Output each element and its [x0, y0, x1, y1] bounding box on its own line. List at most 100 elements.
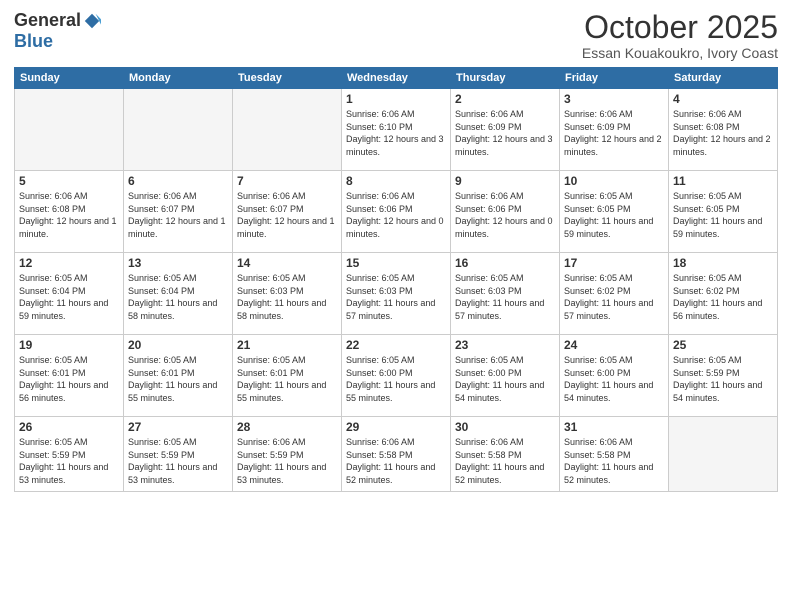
day-info: Sunrise: 6:06 AM Sunset: 6:09 PM Dayligh… [564, 108, 664, 158]
logo-icon [83, 12, 101, 30]
location: Essan Kouakoukro, Ivory Coast [582, 45, 778, 61]
day-info: Sunrise: 6:06 AM Sunset: 6:10 PM Dayligh… [346, 108, 446, 158]
calendar-cell: 12Sunrise: 6:05 AM Sunset: 6:04 PM Dayli… [15, 253, 124, 335]
day-info: Sunrise: 6:05 AM Sunset: 6:00 PM Dayligh… [346, 354, 446, 404]
calendar-cell: 30Sunrise: 6:06 AM Sunset: 5:58 PM Dayli… [451, 417, 560, 492]
calendar: SundayMondayTuesdayWednesdayThursdayFrid… [14, 67, 778, 492]
day-number: 28 [237, 420, 337, 434]
day-number: 29 [346, 420, 446, 434]
calendar-cell: 3 Sunrise: 6:06 AM Sunset: 6:09 PM Daylig… [560, 89, 669, 171]
day-number: 3 [564, 92, 664, 106]
day-info: Sunrise: 6:05 AM Sunset: 6:02 PM Dayligh… [673, 272, 773, 322]
day-number: 12 [19, 256, 119, 270]
calendar-cell: 10Sunrise: 6:05 AM Sunset: 6:05 PM Dayli… [560, 171, 669, 253]
day-number: 13 [128, 256, 228, 270]
calendar-cell: 14Sunrise: 6:05 AM Sunset: 6:03 PM Dayli… [233, 253, 342, 335]
day-info: Sunrise: 6:05 AM Sunset: 6:00 PM Dayligh… [564, 354, 664, 404]
day-info: Sunrise: 6:06 AM Sunset: 5:58 PM Dayligh… [346, 436, 446, 486]
weekday-header-wednesday: Wednesday [342, 68, 451, 89]
day-info: Sunrise: 6:05 AM Sunset: 6:05 PM Dayligh… [673, 190, 773, 240]
day-info: Sunrise: 6:05 AM Sunset: 6:02 PM Dayligh… [564, 272, 664, 322]
day-number: 11 [673, 174, 773, 188]
day-number: 25 [673, 338, 773, 352]
day-info: Sunrise: 6:06 AM Sunset: 5:59 PM Dayligh… [237, 436, 337, 486]
calendar-cell: 25 Sunrise: 6:05 AM Sunset: 5:59 PM Dayli… [669, 335, 778, 417]
day-number: 5 [19, 174, 119, 188]
weekday-header-thursday: Thursday [451, 68, 560, 89]
weekday-header-row: SundayMondayTuesdayWednesdayThursdayFrid… [15, 68, 778, 89]
calendar-cell: 8Sunrise: 6:06 AM Sunset: 6:06 PM Daylig… [342, 171, 451, 253]
day-number: 10 [564, 174, 664, 188]
calendar-cell [15, 89, 124, 171]
calendar-cell: 24 Sunrise: 6:05 AM Sunset: 6:00 PM Dayli… [560, 335, 669, 417]
day-number: 27 [128, 420, 228, 434]
calendar-cell: 21 Sunrise: 6:05 AM Sunset: 6:01 PM Dayli… [233, 335, 342, 417]
day-info: Sunrise: 6:06 AM Sunset: 6:09 PM Dayligh… [455, 108, 555, 158]
day-number: 15 [346, 256, 446, 270]
calendar-cell: 7 Sunrise: 6:06 AM Sunset: 6:07 PM Daylig… [233, 171, 342, 253]
day-info: Sunrise: 6:06 AM Sunset: 6:08 PM Dayligh… [673, 108, 773, 158]
day-number: 16 [455, 256, 555, 270]
header: General Blue October 2025 Essan Kouakouk… [14, 10, 778, 61]
calendar-cell: 18 Sunrise: 6:05 AM Sunset: 6:02 PM Dayli… [669, 253, 778, 335]
day-number: 23 [455, 338, 555, 352]
day-number: 31 [564, 420, 664, 434]
week-row-3: 12 Sunrise: 6:05 AM Sunset: 6:04 PM Dayli… [15, 253, 778, 335]
calendar-cell [233, 89, 342, 171]
calendar-cell: 28 Sunrise: 6:06 AM Sunset: 5:59 PM Dayli… [233, 417, 342, 492]
day-number: 18 [673, 256, 773, 270]
calendar-cell: 22 Sunrise: 6:05 AM Sunset: 6:00 PM Dayli… [342, 335, 451, 417]
day-number: 8 [346, 174, 446, 188]
weekday-header-monday: Monday [124, 68, 233, 89]
month-title: October 2025 [582, 10, 778, 45]
day-info: Sunrise: 6:06 AM Sunset: 6:06 PM Dayligh… [455, 190, 555, 240]
day-info: Sunrise: 6:05 AM Sunset: 6:00 PM Dayligh… [455, 354, 555, 404]
logo-blue-text: Blue [14, 31, 53, 52]
day-number: 2 [455, 92, 555, 106]
day-number: 21 [237, 338, 337, 352]
logo-general-text: General [14, 10, 81, 31]
calendar-cell: 26 Sunrise: 6:05 AM Sunset: 5:59 PM Dayli… [15, 417, 124, 492]
day-info: Sunrise: 6:06 AM Sunset: 6:07 PM Dayligh… [237, 190, 337, 240]
calendar-cell: 16Sunrise: 6:05 AM Sunset: 6:03 PM Dayli… [451, 253, 560, 335]
weekday-header-saturday: Saturday [669, 68, 778, 89]
day-info: Sunrise: 6:05 AM Sunset: 6:04 PM Dayligh… [128, 272, 228, 322]
calendar-cell: 31 Sunrise: 6:06 AM Sunset: 5:58 PM Dayli… [560, 417, 669, 492]
calendar-cell: 27Sunrise: 6:05 AM Sunset: 5:59 PM Dayli… [124, 417, 233, 492]
week-row-2: 5Sunrise: 6:06 AM Sunset: 6:08 PM Daylig… [15, 171, 778, 253]
day-number: 22 [346, 338, 446, 352]
calendar-cell: 19Sunrise: 6:05 AM Sunset: 6:01 PM Dayli… [15, 335, 124, 417]
day-number: 24 [564, 338, 664, 352]
weekday-header-friday: Friday [560, 68, 669, 89]
day-number: 17 [564, 256, 664, 270]
calendar-cell: 11 Sunrise: 6:05 AM Sunset: 6:05 PM Dayli… [669, 171, 778, 253]
weekday-header-tuesday: Tuesday [233, 68, 342, 89]
calendar-cell: 15Sunrise: 6:05 AM Sunset: 6:03 PM Dayli… [342, 253, 451, 335]
day-number: 4 [673, 92, 773, 106]
calendar-cell: 1 Sunrise: 6:06 AM Sunset: 6:10 PM Daylig… [342, 89, 451, 171]
day-info: Sunrise: 6:05 AM Sunset: 6:01 PM Dayligh… [19, 354, 119, 404]
week-row-4: 19Sunrise: 6:05 AM Sunset: 6:01 PM Dayli… [15, 335, 778, 417]
calendar-cell: 17 Sunrise: 6:05 AM Sunset: 6:02 PM Dayli… [560, 253, 669, 335]
calendar-cell: 13 Sunrise: 6:05 AM Sunset: 6:04 PM Dayli… [124, 253, 233, 335]
day-number: 1 [346, 92, 446, 106]
day-number: 9 [455, 174, 555, 188]
day-info: Sunrise: 6:05 AM Sunset: 5:59 PM Dayligh… [673, 354, 773, 404]
day-number: 20 [128, 338, 228, 352]
day-info: Sunrise: 6:05 AM Sunset: 6:01 PM Dayligh… [237, 354, 337, 404]
calendar-cell [669, 417, 778, 492]
calendar-cell: 29 Sunrise: 6:06 AM Sunset: 5:58 PM Dayli… [342, 417, 451, 492]
calendar-cell: 9 Sunrise: 6:06 AM Sunset: 6:06 PM Daylig… [451, 171, 560, 253]
day-info: Sunrise: 6:05 AM Sunset: 5:59 PM Dayligh… [19, 436, 119, 486]
day-number: 30 [455, 420, 555, 434]
day-info: Sunrise: 6:06 AM Sunset: 5:58 PM Dayligh… [564, 436, 664, 486]
calendar-cell: 20 Sunrise: 6:05 AM Sunset: 6:01 PM Dayli… [124, 335, 233, 417]
calendar-cell: 6 Sunrise: 6:06 AM Sunset: 6:07 PM Daylig… [124, 171, 233, 253]
day-number: 26 [19, 420, 119, 434]
calendar-cell: 2 Sunrise: 6:06 AM Sunset: 6:09 PM Daylig… [451, 89, 560, 171]
day-info: Sunrise: 6:06 AM Sunset: 6:07 PM Dayligh… [128, 190, 228, 240]
day-info: Sunrise: 6:05 AM Sunset: 6:01 PM Dayligh… [128, 354, 228, 404]
day-number: 6 [128, 174, 228, 188]
day-number: 7 [237, 174, 337, 188]
title-section: October 2025 Essan Kouakoukro, Ivory Coa… [582, 10, 778, 61]
